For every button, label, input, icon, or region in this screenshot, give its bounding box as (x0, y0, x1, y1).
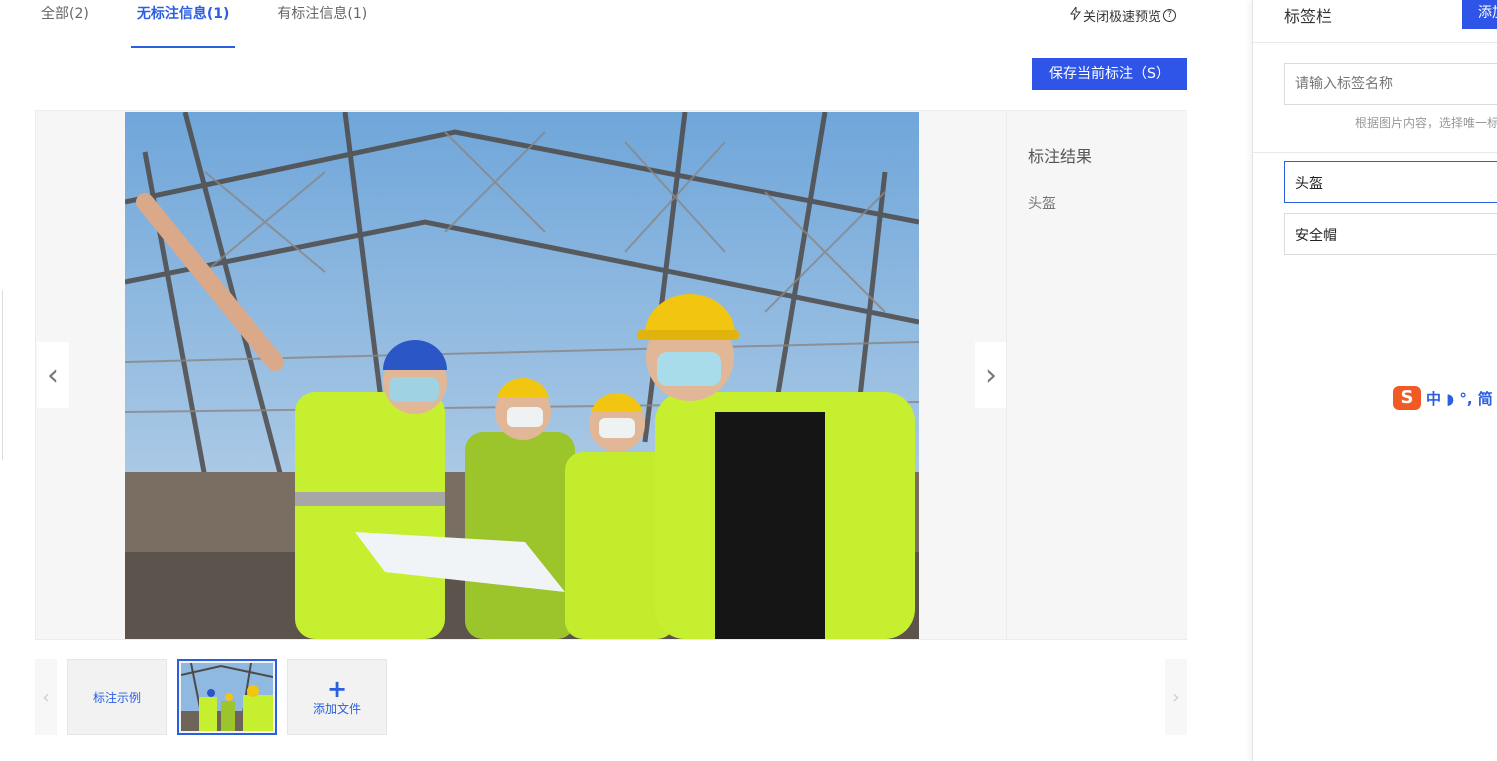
sidebar-divider (1253, 42, 1497, 43)
label-sidebar: 标签栏 添加 根据图片内容，选择唯一标 头盔 安全帽 S 中 ◗ °, 简 (1252, 0, 1497, 761)
label-name-input[interactable] (1284, 63, 1497, 105)
next-image-button[interactable]: › (975, 342, 1007, 408)
tab-labeled[interactable]: 有标注信息(1) (271, 0, 373, 38)
chevron-right-icon: › (1172, 686, 1180, 708)
result-title: 标注结果 (1028, 147, 1093, 166)
add-file-label: 添加文件 (312, 701, 361, 716)
plus-icon: + (326, 674, 348, 703)
thumbnail-image (181, 663, 273, 731)
result-item: 头盔 (1028, 196, 1056, 212)
app-root: 全部(2) 无标注信息(1) 有标注信息(1) 关闭极速预览 ? 保存当前标注（… (0, 0, 1497, 761)
chevron-left-icon: ‹ (47, 357, 59, 393)
annotation-example-label: 标注示例 (92, 690, 141, 705)
save-annotation-button[interactable]: 保存当前标注（S） (1032, 58, 1187, 90)
annotation-result-panel: 标注结果 头盔 (1006, 111, 1187, 639)
prev-image-button[interactable]: ‹ (37, 342, 69, 408)
sidebar-divider (1253, 152, 1497, 153)
add-label-button[interactable]: 添加 (1462, 0, 1497, 29)
label-item-safety-hat[interactable]: 安全帽 (1284, 213, 1497, 255)
lightning-icon (1070, 5, 1081, 24)
ime-toolbar[interactable]: S 中 ◗ °, 简 (1393, 386, 1493, 410)
sogou-icon: S (1393, 386, 1421, 410)
label-hint-text: 根据图片内容，选择唯一标 (1355, 116, 1497, 130)
image-viewer: ‹ › 标注结果 头盔 (35, 110, 1187, 640)
left-edge-divider (0, 290, 3, 460)
tab-all[interactable]: 全部(2) (35, 0, 95, 38)
help-icon[interactable]: ? (1163, 9, 1177, 22)
fast-preview-toggle[interactable]: 关闭极速预览 ? (1070, 5, 1177, 25)
sidebar-title: 标签栏 (1284, 7, 1333, 26)
strip-next-button[interactable]: › (1165, 659, 1187, 735)
filter-tabs: 全部(2) 无标注信息(1) 有标注信息(1) (35, 0, 409, 48)
add-file-button[interactable]: + 添加文件 (287, 659, 387, 735)
annotation-example-thumb[interactable]: 标注示例 (67, 659, 167, 735)
thumbnail-strip: ‹ 标注示例 + 添加文件 › (35, 659, 1187, 735)
ime-status: 中 ◗ °, 简 (1426, 389, 1493, 408)
label-item-helmet[interactable]: 头盔 (1284, 161, 1497, 203)
strip-prev-button[interactable]: ‹ (35, 659, 57, 735)
chevron-right-icon: › (985, 357, 997, 393)
fast-preview-label: 关闭极速预览 (1083, 10, 1162, 25)
construction-workers-photo[interactable] (125, 112, 919, 639)
chevron-left-icon: ‹ (42, 686, 50, 708)
current-image-thumb[interactable] (177, 659, 277, 735)
tab-unlabeled[interactable]: 无标注信息(1) (130, 0, 236, 48)
